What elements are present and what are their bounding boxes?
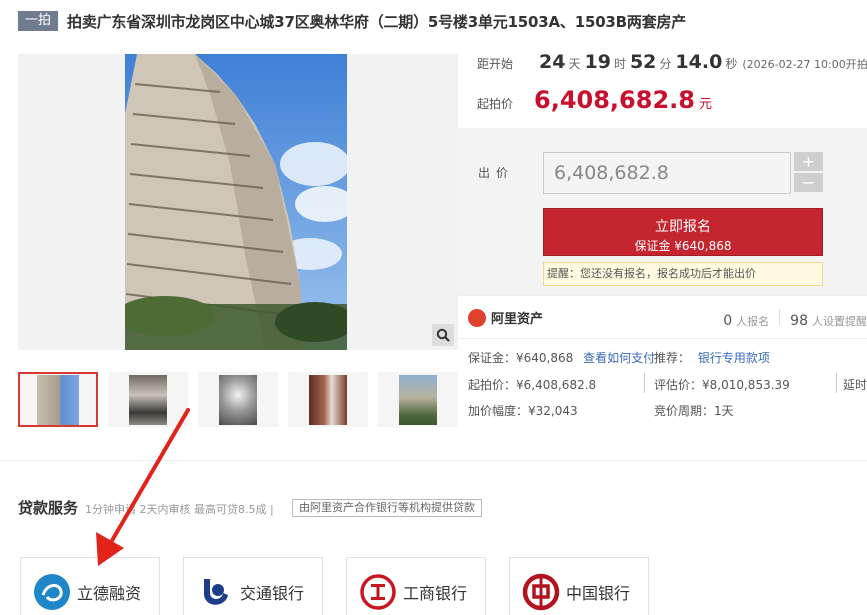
detail-recommend: 推荐： 银行专用款项 — [654, 349, 770, 366]
bank-list: 立德融资 交通银行 工商银行 中国银行 — [20, 557, 672, 615]
detail-divider — [644, 373, 645, 393]
ali-logo-icon — [468, 308, 486, 327]
bid-amount-input[interactable]: 6,408,682.8 — [543, 152, 791, 194]
signup-count: 0 — [723, 313, 733, 329]
start-time-note: (2026-02-27 10:00开拍) — [742, 58, 867, 71]
detail-bid-cycle: 竞价周期：1天 — [654, 404, 734, 418]
start-price-row: 起拍价 6,408,682.8 元 — [477, 86, 712, 114]
bank-name: 工商银行 — [403, 584, 468, 603]
start-price-label: 起拍价 — [477, 97, 514, 111]
loan-provider-note: 由阿里资产合作银行等机构提供贷款 — [292, 499, 482, 517]
thumbnail-image — [37, 374, 79, 425]
bank-loan-link[interactable]: 银行专用款项 — [698, 351, 770, 365]
boc-logo-icon — [522, 573, 560, 611]
bank-name: 立德融资 — [77, 584, 142, 603]
auction-info: 距开始 24 天 19 时 52 分 14.0 秒 (2026-02-27 10… — [458, 40, 867, 128]
bank-card-boc[interactable]: 中国银行 — [509, 557, 649, 615]
auction-round-tag: 一拍 — [18, 11, 59, 31]
thumbnail-3[interactable] — [198, 372, 278, 427]
loan-subtitle: 1分钟申请 2天内审核 最高可贷8.5成 | — [85, 503, 274, 516]
start-price-unit: 元 — [698, 97, 712, 112]
thumbnail-4[interactable] — [288, 372, 368, 427]
signup-button-label: 立即报名 — [655, 219, 711, 235]
title-row: 一拍 拍卖广东省深圳市龙岗区中心城37区奥林华府（二期）5号楼3单元1503A、… — [18, 10, 686, 32]
thumbnail-2[interactable] — [108, 372, 188, 427]
lide-logo-icon — [34, 574, 70, 610]
reminder-count-label: 人设置提醒 — [812, 315, 867, 328]
signup-reminder: 提醒：您还没有报名，报名成功后才能出价 — [543, 262, 823, 286]
page-title: 拍卖广东省深圳市龙岗区中心城37区奥林华府（二期）5号楼3单元1503A、150… — [67, 12, 687, 31]
bid-increase-button[interactable]: + — [794, 152, 823, 171]
days-unit: 天 — [568, 57, 581, 71]
icbc-logo-icon — [360, 574, 396, 610]
stats-divider — [779, 309, 781, 325]
bank-card-lide[interactable]: 立德融资 — [20, 557, 160, 615]
deposit-text: 保证金：¥640,868 — [468, 351, 574, 365]
recommend-label: 推荐： — [654, 351, 691, 365]
countdown-hours: 19 — [584, 51, 611, 73]
bank-card-icbc[interactable]: 工商银行 — [346, 557, 486, 615]
detail-deposit: 保证金：¥640,868 查看如何支付 — [468, 349, 655, 366]
bid-decrease-button[interactable]: − — [794, 173, 823, 192]
countdown-days: 24 — [539, 51, 566, 73]
thumbnail-image — [129, 374, 167, 425]
main-photo[interactable] — [18, 54, 458, 350]
countdown-row: 距开始 24 天 19 时 52 分 14.0 秒 (2026-02-27 10… — [477, 51, 867, 73]
detail-divider — [836, 373, 837, 393]
section-divider — [0, 460, 867, 461]
magnifier-icon — [436, 328, 450, 342]
thumbnail-image — [309, 374, 347, 425]
thumbnail-1[interactable] — [18, 372, 98, 427]
loan-section-title: 贷款服务 — [18, 499, 79, 517]
signup-button[interactable]: 立即报名 保证金 ¥640,868 — [543, 208, 823, 256]
signup-count-label: 人报名 — [736, 315, 770, 328]
bank-name: 交通银行 — [240, 584, 305, 603]
reminder-count: 98 — [790, 313, 808, 329]
detail-delay: 延时 — [843, 378, 867, 392]
signup-deposit-label: 保证金 ¥640,868 — [634, 239, 732, 253]
detail-appraisal: 评估价：¥8,010,853.39 — [654, 378, 790, 392]
auction-details: 保证金：¥640,868 查看如何支付 推荐： 银行专用款项 起拍价：¥6,40… — [458, 339, 867, 427]
bank-card-bocom[interactable]: 交通银行 — [183, 557, 323, 615]
platform-logo[interactable]: 阿里资产 — [468, 308, 543, 327]
bid-panel: 出价 6,408,682.8 + − 立即报名 保证金 ¥640,868 提醒：… — [458, 128, 867, 295]
bocom-logo-icon — [197, 574, 233, 610]
countdown-seconds: 14.0 — [675, 51, 723, 73]
auction-stats: 0 人报名 98 人设置提醒 — [723, 309, 867, 329]
auction-page: 一拍 拍卖广东省深圳市龙岗区中心城37区奥林华府（二期）5号楼3单元1503A、… — [0, 0, 867, 615]
countdown-minutes: 52 — [629, 51, 657, 73]
detail-increment: 加价幅度：¥32,043 — [468, 404, 578, 418]
platform-name: 阿里资产 — [491, 312, 544, 327]
minutes-unit: 分 — [659, 57, 672, 71]
bank-name: 中国银行 — [566, 584, 631, 603]
detail-start-price: 起拍价：¥6,408,682.8 — [468, 378, 597, 392]
bid-label: 出价 — [478, 166, 515, 180]
thumbnail-strip — [18, 372, 468, 427]
zoom-button[interactable] — [432, 324, 454, 346]
thumbnail-image — [219, 374, 257, 425]
hours-unit: 时 — [613, 57, 626, 71]
platform-row: 阿里资产 0 人报名 98 人设置提醒 — [458, 295, 867, 339]
start-price-value: 6,408,682.8 — [534, 86, 695, 114]
seconds-unit: 秒 — [725, 57, 738, 71]
thumbnail-5[interactable] — [378, 372, 458, 427]
thumbnail-image — [399, 374, 437, 425]
countdown-label: 距开始 — [477, 57, 514, 71]
how-to-pay-link[interactable]: 查看如何支付 — [583, 351, 655, 365]
building-photo — [125, 54, 347, 350]
